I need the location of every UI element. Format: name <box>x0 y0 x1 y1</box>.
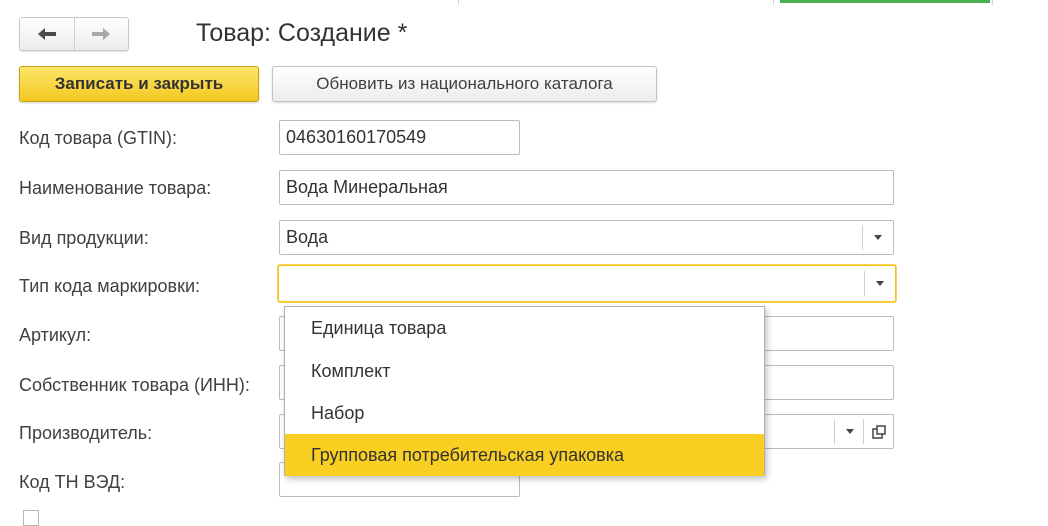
marking-code-type-dropdown-list: Единица товара Комплект Набор Групповая … <box>284 306 765 476</box>
product-type-select[interactable]: Вода <box>279 220 894 255</box>
marking-code-type-label: Тип кода маркировки: <box>19 276 201 296</box>
tab-segment <box>0 0 459 5</box>
tn-ved-label: Код ТН ВЭД: <box>19 472 126 492</box>
open-form-icon <box>871 424 886 439</box>
tab-segment <box>991 0 993 5</box>
arrow-right-icon <box>92 28 111 40</box>
update-from-catalog-button[interactable]: Обновить из национального каталога <box>272 66 657 102</box>
product-name-label: Наименование товара: <box>19 178 212 198</box>
top-tab-strip <box>0 0 1048 6</box>
dropdown-option-set[interactable]: Набор <box>285 392 764 434</box>
page-title: Товар: Создание * <box>196 19 408 47</box>
product-type-value: Вода <box>286 227 329 247</box>
chevron-down-icon <box>876 281 884 286</box>
product-name-input[interactable]: Вода Минеральная <box>279 170 894 205</box>
forward-button[interactable] <box>73 18 129 50</box>
product-type-dropdown-button[interactable] <box>862 225 893 250</box>
active-tab-indicator <box>780 0 990 3</box>
tab-segment <box>459 0 774 5</box>
back-button[interactable] <box>20 18 74 50</box>
manufacturer-dropdown-button[interactable] <box>834 419 864 444</box>
checkbox[interactable] <box>23 510 39 526</box>
marking-code-type-dropdown-button[interactable] <box>864 271 895 296</box>
dropdown-option-group-package[interactable]: Групповая потребительская упаковка <box>285 434 764 476</box>
manufacturer-open-button[interactable] <box>863 419 893 444</box>
gtin-input[interactable]: 04630160170549 <box>279 120 520 155</box>
dropdown-option-unit[interactable]: Единица товара <box>285 307 764 350</box>
marking-code-type-select[interactable] <box>278 265 896 302</box>
chevron-down-icon <box>874 235 882 240</box>
chevron-down-icon <box>845 429 854 434</box>
dropdown-option-kit[interactable]: Комплект <box>285 350 764 392</box>
article-label: Артикул: <box>19 325 92 345</box>
arrow-left-icon <box>37 28 56 40</box>
product-type-label: Вид продукции: <box>19 228 149 248</box>
gtin-label: Код товара (GTIN): <box>19 128 178 148</box>
save-and-close-button[interactable]: Записать и закрыть <box>19 66 259 102</box>
owner-inn-label: Собственник товара (ИНН): <box>19 375 250 395</box>
manufacturer-label: Производитель: <box>19 423 153 443</box>
product-name-value: Вода Минеральная <box>286 177 448 197</box>
history-nav-group <box>19 17 129 51</box>
gtin-value: 04630160170549 <box>286 127 427 147</box>
